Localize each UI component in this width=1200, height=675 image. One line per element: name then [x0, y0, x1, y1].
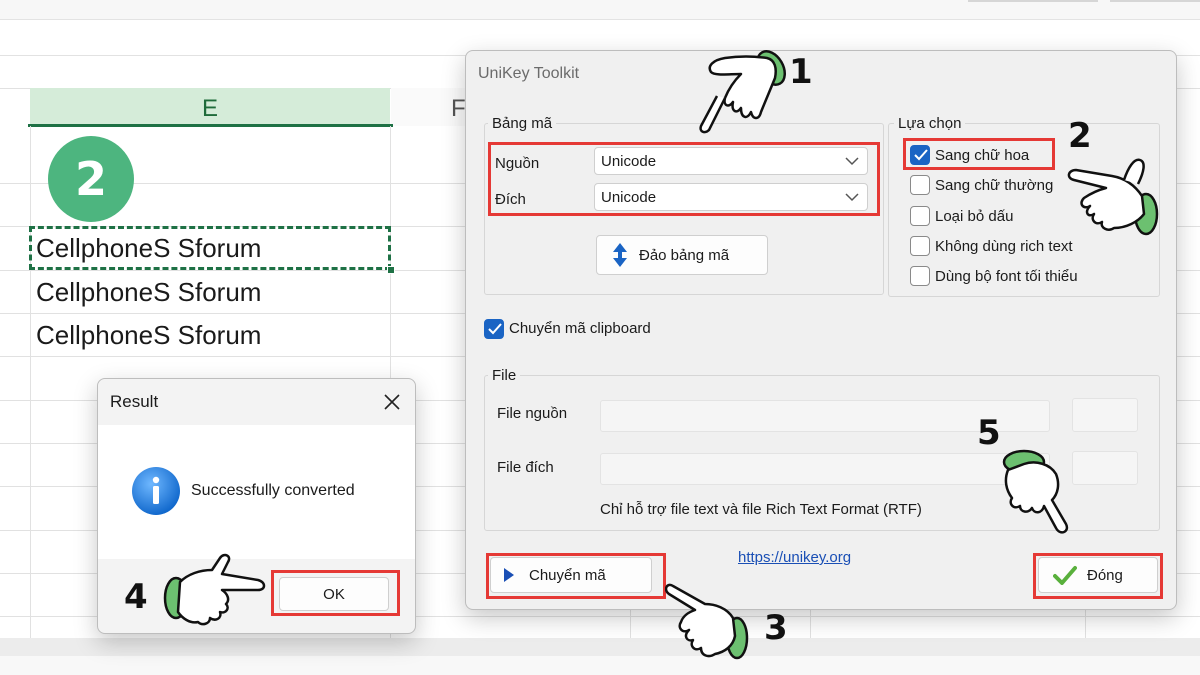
charset-highlight [488, 142, 880, 216]
dialog-title: UniKey Toolkit [478, 65, 580, 82]
charset-group-title: Bảng mã [488, 115, 557, 132]
convert-highlight [486, 553, 666, 599]
unikey-link[interactable]: https://unikey.org [738, 549, 851, 566]
pointing-hand-step-4 [163, 553, 266, 626]
fill-handle[interactable] [387, 266, 395, 274]
column-e-selected-indicator [28, 124, 393, 127]
step-number-5: 5 [977, 413, 1001, 453]
cell-e6[interactable]: CellphoneS Sforum [36, 320, 261, 351]
lowercase-label[interactable]: Sang chữ thường [935, 177, 1053, 194]
close-icon[interactable] [383, 393, 401, 411]
minimal-font-checkbox[interactable] [910, 266, 930, 286]
close-highlight [1033, 553, 1163, 599]
result-title: Result [110, 392, 159, 411]
step-badge-2: 2 [48, 136, 134, 222]
result-message: Successfully converted [191, 482, 355, 499]
pointing-hand-step-5 [1002, 449, 1069, 534]
pointing-hand-step-3 [665, 583, 749, 660]
file-source-label: File nguồn [497, 405, 568, 422]
horizontal-scrollbar[interactable] [0, 638, 1200, 656]
step-number-4: 4 [124, 577, 148, 617]
clipboard-label[interactable]: Chuyển mã clipboard [509, 320, 651, 337]
uppercase-highlight [903, 138, 1055, 170]
file-target-input[interactable] [600, 453, 1050, 485]
step-number-2: 2 [1068, 116, 1092, 156]
column-header-e[interactable]: E [30, 88, 390, 126]
status-bar [0, 656, 1200, 675]
step-number-1: 1 [789, 52, 813, 92]
file-group-title: File [488, 367, 521, 384]
swap-charset-button[interactable]: Đảo bảng mã [596, 235, 768, 275]
ok-highlight [271, 570, 400, 616]
file-source-browse-button[interactable] [1072, 398, 1138, 432]
no-rich-text-checkbox[interactable] [910, 236, 930, 256]
copy-selection-marquee [29, 226, 391, 270]
pointing-hand-step-1 [699, 50, 786, 134]
file-target-label: File đích [497, 459, 554, 476]
clipboard-checkbox[interactable] [484, 319, 504, 339]
ribbon-strip [0, 0, 1200, 20]
cell-e5[interactable]: CellphoneS Sforum [36, 277, 261, 308]
options-group-title: Lựa chọn [894, 115, 966, 132]
pointing-hand-step-2 [1067, 158, 1159, 236]
minimal-font-label[interactable]: Dùng bộ font tối thiểu [935, 268, 1078, 285]
remove-accents-label[interactable]: Loại bỏ dấu [935, 208, 1013, 225]
remove-accents-checkbox[interactable] [910, 206, 930, 226]
file-support-note: Chỉ hỗ trợ file text và file Rich Text F… [600, 501, 922, 518]
step-number-3: 3 [764, 608, 788, 648]
swap-arrows-icon [613, 243, 627, 267]
lowercase-checkbox[interactable] [910, 175, 930, 195]
info-icon [132, 467, 180, 515]
no-rich-text-label[interactable]: Không dùng rich text [935, 238, 1073, 255]
